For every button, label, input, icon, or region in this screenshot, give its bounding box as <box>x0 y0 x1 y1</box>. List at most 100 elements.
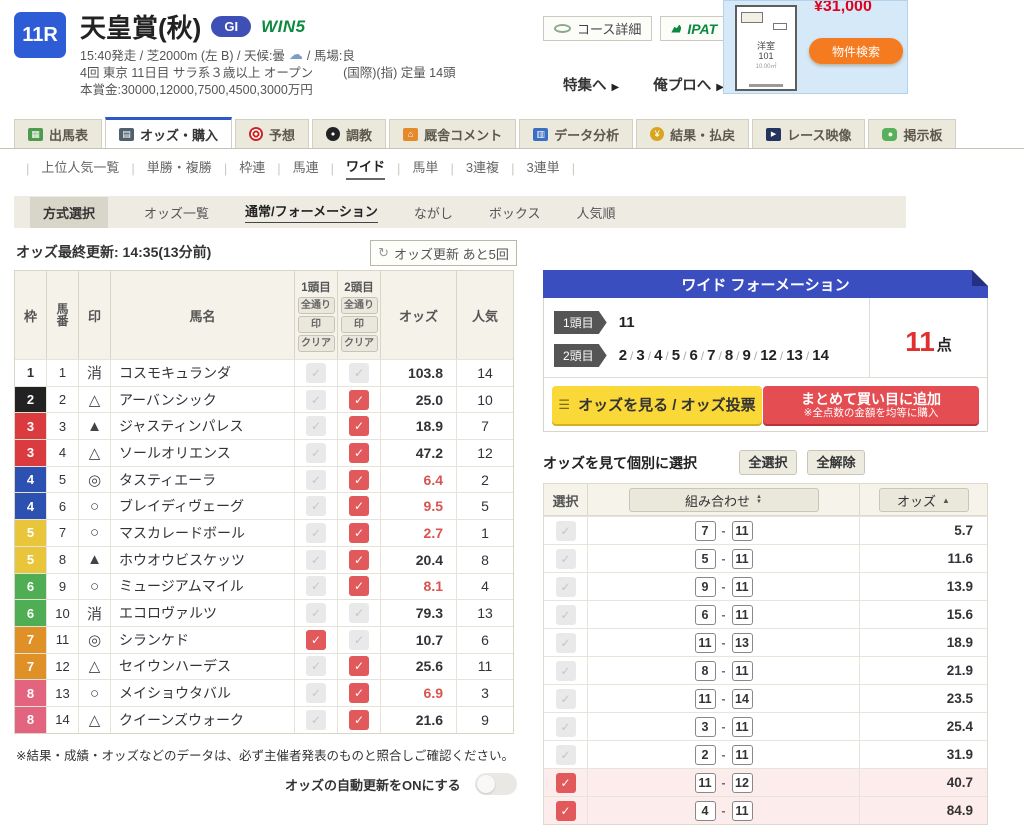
first-horse-checkbox[interactable]: ✓ <box>306 443 326 463</box>
first-horse-checkbox[interactable]: ✓ <box>306 416 326 436</box>
property-ad-banner[interactable]: 洋室101 10.00㎡ ¥31,000 物件検索 <box>723 0 908 94</box>
mark-cell: ○ <box>79 680 111 706</box>
marks-col2-button[interactable]: 印 <box>341 316 378 333</box>
select-all-col2-button[interactable]: 全通り <box>341 297 378 314</box>
second-horse-checkbox[interactable]: ✓ <box>349 710 369 730</box>
combination-checkbox[interactable]: ✓ <box>556 605 576 625</box>
clear-col1-button[interactable]: クリア <box>298 335 335 352</box>
tab-odds-purchase[interactable]: ▤オッズ・購入 <box>105 117 232 148</box>
select-all-col1-button[interactable]: 全通り <box>298 297 335 314</box>
method-nav-オッズ一覧[interactable]: オッズ一覧 <box>144 203 209 222</box>
first-horse-checkbox[interactable]: ✓ <box>306 630 326 650</box>
marks-col1-button[interactable]: 印 <box>298 316 335 333</box>
combination-checkbox[interactable]: ✓ <box>556 633 576 653</box>
method-nav-ボックス[interactable]: ボックス <box>489 203 541 222</box>
bet-nav-ワイド[interactable]: ワイド <box>346 156 385 180</box>
combination-odds: 84.9 <box>860 797 987 824</box>
combination-checkbox[interactable]: ✓ <box>556 745 576 765</box>
combo-number-a: 5 <box>695 549 716 569</box>
select-all-button[interactable]: 全選択 <box>739 450 797 475</box>
bet-nav-3連単[interactable]: 3連単 <box>526 157 559 179</box>
horse-name: クイーンズウォーク <box>111 707 295 733</box>
bet-nav-枠連[interactable]: 枠連 <box>239 157 265 179</box>
mark-cell: 消 <box>79 600 111 626</box>
second-horse-checkbox[interactable]: ✓ <box>349 523 369 543</box>
combination-checkbox[interactable]: ✓ <box>556 661 576 681</box>
combination-checkbox[interactable]: ✓ <box>556 773 576 793</box>
popularity-value: 11 <box>457 654 513 680</box>
clear-col2-button[interactable]: クリア <box>341 335 378 352</box>
slash-separator: / <box>648 349 651 363</box>
tab-stable[interactable]: ⌂厩舎コメント <box>389 119 516 148</box>
combination-odds: 5.7 <box>860 517 987 544</box>
combo-number-b: 12 <box>732 773 753 793</box>
waku-cell: 2 <box>15 387 47 413</box>
first-horse-checkbox[interactable]: ✓ <box>306 390 326 410</box>
bet-nav-馬連[interactable]: 馬連 <box>293 157 319 179</box>
second-horse-checkbox[interactable]: ✓ <box>349 683 369 703</box>
bet-nav-馬単[interactable]: 馬単 <box>412 157 438 179</box>
combination-checkbox[interactable]: ✓ <box>556 549 576 569</box>
sort-by-odds-button[interactable]: オッズ ▲ <box>879 488 969 512</box>
tab-racecard[interactable]: ▦出馬表 <box>14 119 102 148</box>
tab-target[interactable]: 予想 <box>235 119 309 148</box>
tab-coins[interactable]: ¥結果・払戻 <box>636 119 749 148</box>
second-horse-checkbox[interactable]: ✓ <box>349 630 369 650</box>
first-horse-checkbox[interactable]: ✓ <box>306 523 326 543</box>
second-horse-checkbox[interactable]: ✓ <box>349 656 369 676</box>
first-horse-checkbox[interactable]: ✓ <box>306 496 326 516</box>
popularity-value: 1 <box>457 520 513 546</box>
second-horse-checkbox[interactable]: ✓ <box>349 576 369 596</box>
combination-checkbox[interactable]: ✓ <box>556 689 576 709</box>
second-horse-checkbox[interactable]: ✓ <box>349 443 369 463</box>
first-horse-checkbox[interactable]: ✓ <box>306 603 326 623</box>
combination-checkbox[interactable]: ✓ <box>556 577 576 597</box>
second-horse-checkbox[interactable]: ✓ <box>349 603 369 623</box>
first-horse-checkbox[interactable]: ✓ <box>306 550 326 570</box>
combination-checkbox[interactable]: ✓ <box>556 521 576 541</box>
sort-by-combination-button[interactable]: 組み合わせ ▲▼ <box>629 488 819 512</box>
tab-label: レース映像 <box>787 125 851 144</box>
method-nav-ながし[interactable]: ながし <box>414 203 453 222</box>
bet-nav-3連複[interactable]: 3連複 <box>466 157 499 179</box>
second-horse-checkbox[interactable]: ✓ <box>349 496 369 516</box>
first-horse-checkbox[interactable]: ✓ <box>306 363 326 383</box>
tab-chart[interactable]: ▥データ分析 <box>519 119 633 148</box>
second-horse-checkbox[interactable]: ✓ <box>349 390 369 410</box>
second-horse-checkbox[interactable]: ✓ <box>349 550 369 570</box>
property-search-button[interactable]: 物件検索 <box>809 38 903 64</box>
tab-video[interactable]: ▶レース映像 <box>752 119 865 148</box>
combo-number-b: 13 <box>732 633 753 653</box>
method-nav-通常/フォーメーション[interactable]: 通常/フォーメーション <box>245 201 378 223</box>
bet-nav-単勝・複勝[interactable]: 単勝・複勝 <box>147 157 212 179</box>
odds-refresh-button[interactable]: ↻ オッズ更新 あと5回 <box>370 240 517 266</box>
auto-update-toggle[interactable] <box>475 773 517 795</box>
tab-stopwatch[interactable]: 調教 <box>312 119 386 148</box>
add-to-betlist-button[interactable]: まとめて買い目に追加 ※全点数の金額を均等に購入 <box>763 386 979 424</box>
orepro-link[interactable]: 俺プロへ▶ <box>653 74 724 95</box>
second-horse-checkbox[interactable]: ✓ <box>349 363 369 383</box>
horse-table-header: 枠 馬番 印 馬名 1頭目 全通り 印 クリア 2頭目 全通り 印 クリア オッ… <box>15 271 513 359</box>
bet-nav-上位人気一覧[interactable]: 上位人気一覧 <box>41 157 119 179</box>
first-horse-checkbox[interactable]: ✓ <box>306 656 326 676</box>
special-feature-link[interactable]: 特集へ▶ <box>563 74 619 95</box>
method-nav-方式選択[interactable]: 方式選択 <box>30 197 108 228</box>
second-horse-number: 12 <box>760 347 777 364</box>
second-horse-checkbox[interactable]: ✓ <box>349 470 369 490</box>
first-horse-checkbox[interactable]: ✓ <box>306 710 326 730</box>
clear-all-button[interactable]: 全解除 <box>807 450 865 475</box>
tab-board[interactable]: ●掲示板 <box>868 119 956 148</box>
view-odds-vote-button[interactable]: ☰ オッズを見る / オッズ投票 <box>552 386 762 424</box>
combination-checkbox[interactable]: ✓ <box>556 717 576 737</box>
col-header-waku: 枠 <box>15 271 47 359</box>
odds-value: 103.8 <box>381 360 457 386</box>
course-detail-button[interactable]: コース詳細 <box>543 16 652 41</box>
method-nav-人気順[interactable]: 人気順 <box>577 203 616 222</box>
col-header-odds: オッズ <box>381 271 457 359</box>
second-horse-checkbox[interactable]: ✓ <box>349 416 369 436</box>
first-horse-checkbox[interactable]: ✓ <box>306 683 326 703</box>
first-horse-checkbox[interactable]: ✓ <box>306 576 326 596</box>
second-horse-number: 6 <box>689 347 697 364</box>
first-horse-checkbox[interactable]: ✓ <box>306 470 326 490</box>
combination-checkbox[interactable]: ✓ <box>556 801 576 821</box>
